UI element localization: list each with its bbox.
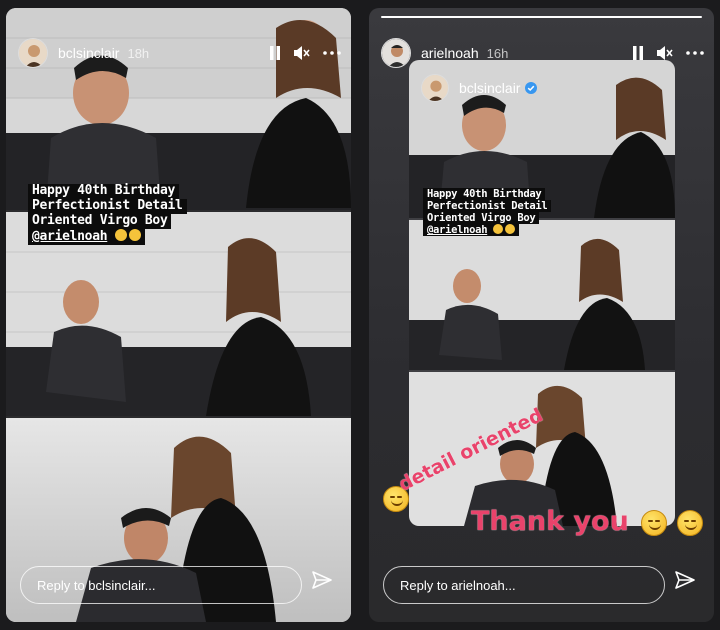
speaker-muted-icon[interactable]: [656, 45, 674, 61]
emoji-face-2: [128, 228, 141, 241]
emoji-face-2: [505, 224, 516, 235]
story-header: bclsinclair 18h: [18, 36, 341, 70]
story-viewer-right: arielnoah 16h bclsinclair Happy 40th Bir…: [369, 8, 714, 622]
send-icon[interactable]: [674, 569, 696, 596]
caption-line: Oriented Virgo Boy: [28, 213, 172, 229]
caption-line: Happy 40th Birthday: [423, 188, 546, 201]
emoji-face-1: [114, 228, 127, 241]
caption-mention-line: @arielnoah: [423, 224, 520, 237]
story-timestamp: 16h: [486, 45, 509, 61]
emoji-sticker-smiling: [641, 510, 667, 536]
caption-mention[interactable]: @arielnoah: [427, 224, 488, 236]
reply-input[interactable]: Reply to bclsinclair...: [20, 566, 302, 604]
emoji-sticker-sweat-smile: [677, 510, 703, 536]
story-header: arielnoah 16h: [381, 36, 704, 70]
story-username[interactable]: bclsinclair: [58, 45, 119, 61]
caption-mention[interactable]: @arielnoah: [32, 229, 108, 244]
more-horizontal-icon[interactable]: [686, 51, 704, 55]
more-horizontal-icon[interactable]: [323, 51, 341, 55]
story-progress-bar: [381, 16, 702, 18]
caption-mention-line: @arielnoah: [28, 228, 145, 245]
story-viewer-left: Happy 40th Birthday Perfectionist Detail…: [6, 8, 351, 622]
story-caption: Happy 40th Birthday Perfectionist Detail…: [28, 183, 187, 245]
avatar-image: [422, 75, 448, 101]
reply-placeholder: Reply to bclsinclair...: [37, 577, 156, 593]
story-username[interactable]: arielnoah: [421, 45, 479, 61]
pause-icon[interactable]: [269, 46, 281, 60]
progress-fill: [381, 16, 702, 18]
reshared-photo-2: [409, 220, 675, 370]
avatar[interactable]: [381, 38, 411, 68]
emoji-face-1: [493, 224, 504, 235]
caption-line: Perfectionist Detail: [423, 200, 552, 213]
sticker-text-thank-you: Thank you: [471, 506, 629, 537]
send-icon[interactable]: [311, 569, 333, 596]
progress-segment: [381, 16, 702, 18]
caption-line: Happy 40th Birthday: [28, 183, 180, 199]
reply-input[interactable]: Reply to arielnoah...: [383, 566, 665, 604]
reshared-avatar[interactable]: [421, 74, 449, 102]
reshared-caption: Happy 40th Birthday Perfectionist Detail…: [423, 188, 552, 237]
avatar-image: [19, 39, 47, 67]
speaker-muted-icon[interactable]: [293, 45, 311, 61]
verified-badge-icon: [525, 82, 538, 94]
avatar-image: [382, 39, 410, 67]
avatar[interactable]: [18, 38, 48, 68]
reply-placeholder: Reply to arielnoah...: [400, 577, 516, 593]
pause-icon[interactable]: [632, 46, 644, 60]
story-timestamp: 18h: [127, 45, 150, 61]
caption-line: Oriented Virgo Boy: [423, 212, 540, 225]
caption-line: Perfectionist Detail: [28, 198, 187, 214]
reshared-username[interactable]: bclsinclair: [459, 80, 520, 96]
reshared-header: bclsinclair: [421, 74, 538, 102]
